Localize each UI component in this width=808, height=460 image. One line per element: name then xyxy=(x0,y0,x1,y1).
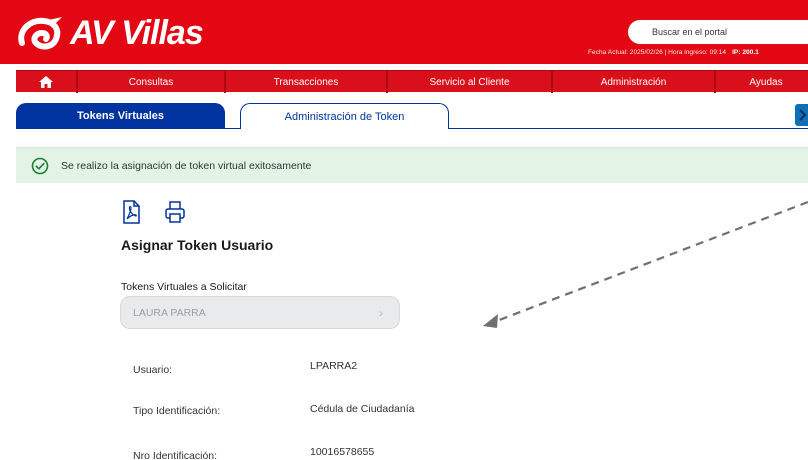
page-title: Asignar Token Usuario xyxy=(121,237,274,253)
tab-tokens-virtuales[interactable]: Tokens Virtuales xyxy=(16,103,225,129)
main-nav: Consultas Transacciones Servicio al Clie… xyxy=(16,70,808,93)
pdf-icon[interactable] xyxy=(120,200,142,224)
tipo-identificacion-label: Tipo Identificación: xyxy=(133,405,221,417)
alert-message: Se realizo la asignación de token virtua… xyxy=(61,159,312,172)
usuario-value: LPARRA2 xyxy=(310,360,358,372)
session-info: Fecha Actual: 2025/02/26 | Hora ingreso:… xyxy=(588,49,759,56)
tipo-identificacion-value: Cédula de Ciudadanía xyxy=(310,403,415,415)
tab-bar: Tokens Virtuales Administración de Token xyxy=(16,103,808,129)
print-icon[interactable] xyxy=(164,200,186,224)
nav-transacciones[interactable]: Transacciones xyxy=(226,71,388,93)
tokens-select-label: Tokens Virtuales a Solicitar xyxy=(121,281,247,293)
ip-address: IP: 200.1 xyxy=(732,49,759,56)
tokens-select[interactable]: LAURA PARRA › xyxy=(120,296,400,329)
nav-consultas[interactable]: Consultas xyxy=(78,71,226,93)
nav-home[interactable] xyxy=(16,71,78,93)
tab-administracion-token[interactable]: Administración de Token xyxy=(240,103,449,129)
tab-scroll-button[interactable] xyxy=(795,104,808,126)
home-icon xyxy=(39,76,53,88)
success-alert: Se realizo la asignación de token virtua… xyxy=(16,147,808,183)
usuario-label: Usuario: xyxy=(133,364,173,376)
nro-identificacion-label: Nro Identificación: xyxy=(133,450,218,460)
document-actions xyxy=(120,200,186,224)
nav-ayudas[interactable]: Ayudas xyxy=(716,71,808,93)
nav-administracion[interactable]: Administración xyxy=(553,71,716,93)
logo-mark-icon xyxy=(18,17,62,50)
header-bar: AV Villas Buscar en el portal Fecha Actu… xyxy=(0,0,808,64)
session-date-time: Fecha Actual: 2025/02/26 | Hora ingreso:… xyxy=(588,49,727,56)
tokens-select-value: LAURA PARRA xyxy=(133,306,206,319)
nro-identificacion-value: 10016578655 xyxy=(310,446,375,458)
annotation-arrow xyxy=(483,200,808,328)
chevron-right-icon xyxy=(799,109,807,121)
brand-name: AV Villas xyxy=(70,14,204,52)
nav-servicio-cliente[interactable]: Servicio al Cliente xyxy=(388,71,553,93)
check-circle-icon xyxy=(31,157,49,174)
search-input[interactable]: Buscar en el portal xyxy=(628,20,808,44)
chevron-right-icon: › xyxy=(379,306,383,320)
brand-logo[interactable]: AV Villas xyxy=(16,13,204,53)
